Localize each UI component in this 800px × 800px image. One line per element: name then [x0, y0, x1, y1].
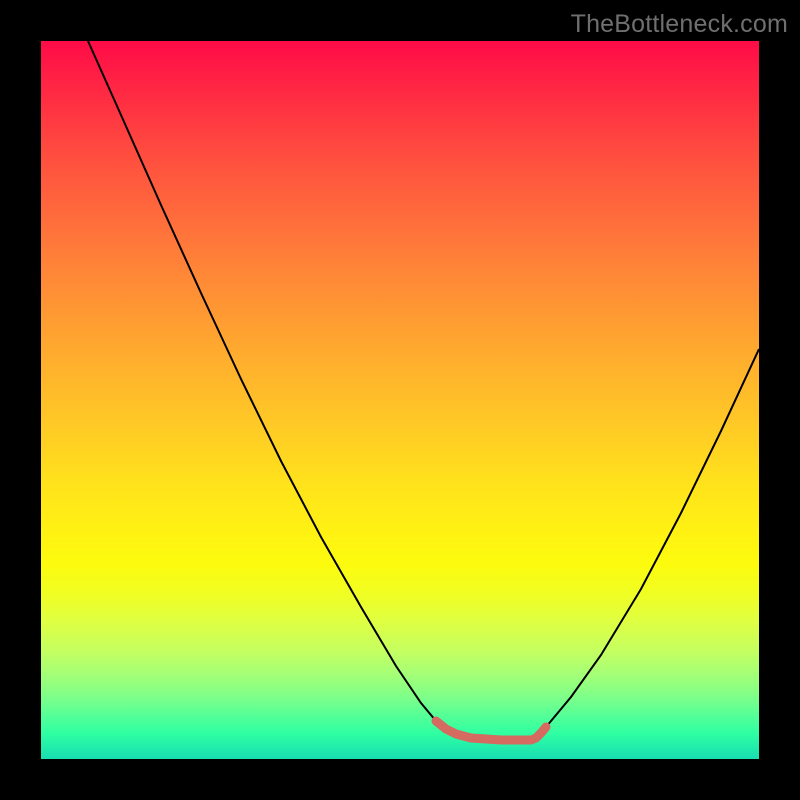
series-bottleneck-curve [88, 41, 759, 740]
chart-frame: TheBottleneck.com [0, 0, 800, 800]
curve-svg [41, 41, 759, 759]
plot-area [41, 41, 759, 759]
series-bottom-highlight [436, 721, 546, 740]
watermark-text: TheBottleneck.com [571, 10, 788, 39]
series-container [88, 41, 759, 740]
